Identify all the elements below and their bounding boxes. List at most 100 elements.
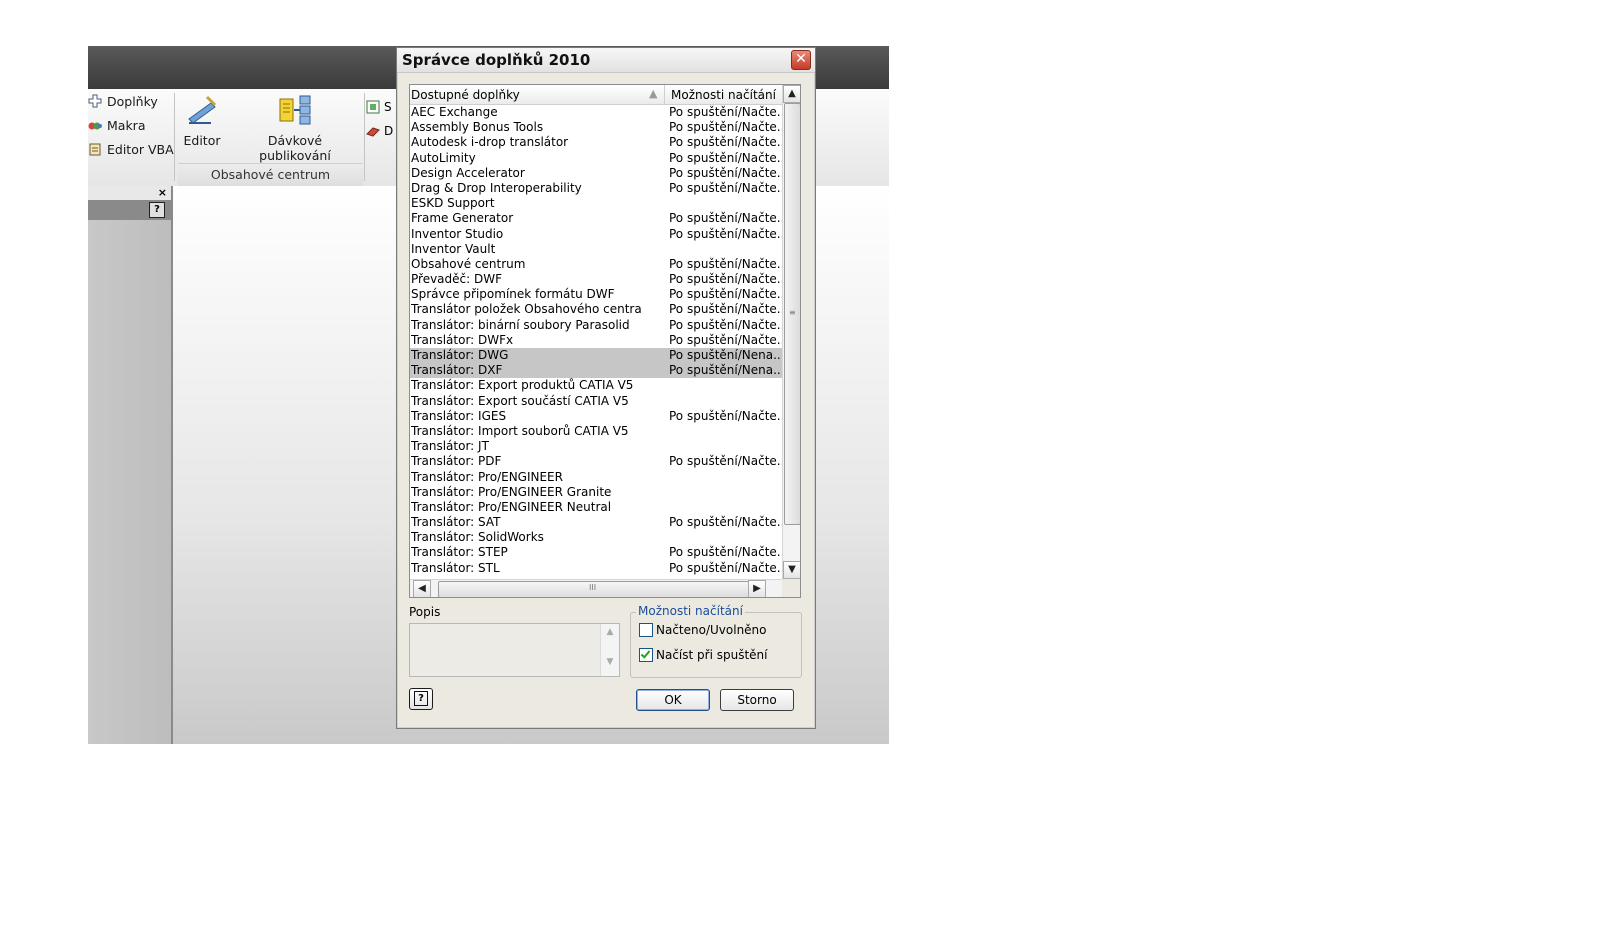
- vertical-scroll-thumb[interactable]: ≡: [784, 103, 800, 525]
- addin-load-option: Po spuštění/Načte...: [669, 256, 782, 271]
- ribbon-addins-button[interactable]: Doplňky: [88, 91, 158, 111]
- browser-pane-toolbar: ?: [88, 200, 171, 220]
- close-button[interactable]: ✕: [791, 50, 811, 70]
- help-icon[interactable]: ?: [149, 202, 165, 218]
- list-item[interactable]: Translátor: SAT Po spuštění/Načte...: [410, 515, 782, 530]
- list-item[interactable]: Assembly Bonus Tools Po spuštění/Načte...: [410, 120, 782, 135]
- horizontal-scroll-thumb[interactable]: III: [438, 581, 750, 597]
- addin-load-option: Po spuštění/Načte...: [669, 408, 782, 423]
- list-item[interactable]: Převaděč: DWF Po spuštění/Načte...: [410, 272, 782, 287]
- list-item[interactable]: ESKD Support: [410, 196, 782, 211]
- ribbon-macros-button[interactable]: Makra: [88, 115, 145, 135]
- list-item[interactable]: Drag & Drop Interoperability Po spuštění/…: [410, 181, 782, 196]
- addin-name: Translátor: STEP: [411, 545, 508, 560]
- addin-name: Translátor: binární soubory Parasolid: [411, 317, 630, 332]
- list-header: Dostupné doplňky ▲ Možnosti načítání: [410, 85, 782, 105]
- list-item[interactable]: Translátor: Pro/ENGINEER: [410, 470, 782, 485]
- dialog-titlebar[interactable]: Správce doplňků 2010 ✕: [397, 48, 815, 73]
- addin-load-option: Po spuštění/Nena...: [669, 363, 782, 378]
- scroll-right-button[interactable]: ▶: [748, 580, 766, 597]
- list-item[interactable]: Translátor: DXF Po spuštění/Nena...: [410, 363, 782, 379]
- list-item[interactable]: Správce připomínek formátu DWF Po spuštěn…: [410, 287, 782, 302]
- addin-load-option: Po spuštění/Načte...: [669, 120, 782, 135]
- ribbon-partial-column: S D: [366, 95, 393, 143]
- list-item[interactable]: Autodesk i-drop translátor Po spuštění/Na…: [410, 135, 782, 150]
- list-item[interactable]: Translátor: STEP Po spuštění/Načte...: [410, 545, 782, 560]
- addin-name: Translátor: Pro/ENGINEER Granite: [411, 484, 612, 499]
- list-item[interactable]: Translátor: Import souborů CATIA V5: [410, 424, 782, 439]
- horizontal-scrollbar[interactable]: ◀ III ▶: [410, 579, 782, 597]
- list-item[interactable]: Translátor: Pro/ENGINEER Neutral: [410, 500, 782, 515]
- ok-button[interactable]: OK: [636, 689, 710, 711]
- list-item[interactable]: Translátor: IGES Po spuštění/Načte...: [410, 409, 782, 424]
- addin-load-option: Po spuštění/Načte...: [669, 515, 782, 530]
- scroll-up-button[interactable]: ▲: [783, 85, 800, 103]
- scroll-grip: III: [589, 583, 597, 592]
- description-label: Popis: [409, 605, 441, 619]
- browser-pane-header: ×: [88, 186, 171, 200]
- scroll-down-button[interactable]: ▼: [783, 561, 800, 579]
- list-item[interactable]: Translátor: SolidWorks: [410, 530, 782, 545]
- ribbon-separator: [364, 93, 365, 181]
- list-item[interactable]: AEC Exchange Po spuštění/Načte...: [410, 105, 782, 120]
- chevron-down-icon[interactable]: ▼: [601, 657, 619, 667]
- addin-load-option: Po spuštění/Načte...: [669, 287, 782, 302]
- list-item[interactable]: Frame Generator Po spuštění/Načte...: [410, 211, 782, 226]
- ribbon-partial-item[interactable]: S: [366, 95, 393, 119]
- list-item[interactable]: Translátor: DWFx Po spuštění/Načte...: [410, 333, 782, 348]
- vertical-scrollbar[interactable]: ▲ ≡ ▼: [782, 85, 800, 579]
- help-button[interactable]: ?: [409, 688, 433, 710]
- list-item[interactable]: Obsahové centrum Po spuštění/Načte...: [410, 257, 782, 272]
- column-header-load[interactable]: Možnosti načítání: [671, 88, 776, 102]
- sort-arrow-icon: ▲: [649, 87, 658, 100]
- list-item[interactable]: Translátor: Export produktů CATIA V5: [410, 378, 782, 393]
- vba-icon: [88, 142, 102, 156]
- ribbon-partial-item[interactable]: D: [366, 119, 393, 143]
- addin-name: Obsahové centrum: [411, 256, 526, 271]
- list-item[interactable]: Translátor: JT: [410, 439, 782, 454]
- macro-icon: [88, 118, 102, 132]
- addin-name: Translátor: Export součástí CATIA V5: [411, 393, 629, 408]
- description-scrollbar[interactable]: ▲ ▼: [600, 624, 619, 676]
- chevron-up-icon[interactable]: ▲: [601, 627, 619, 637]
- addin-load-option: Po spuštění/Načte...: [669, 272, 782, 287]
- addin-name: Translátor: IGES: [411, 408, 507, 423]
- checkbox-box[interactable]: [639, 623, 653, 637]
- list-item[interactable]: Translátor: Pro/ENGINEER Granite: [410, 485, 782, 500]
- ribbon-batch-publish-button[interactable]: Dávkové publikování: [232, 93, 358, 163]
- addin-manager-dialog: Správce doplňků 2010 ✕ Dostupné doplňky …: [396, 47, 816, 729]
- description-textarea[interactable]: ▲ ▼: [409, 623, 620, 677]
- list-item[interactable]: Translátor: STL Po spuštění/Načte...: [410, 561, 782, 576]
- list-rows: AEC Exchange Po spuštění/Načte... Assembly…: [410, 105, 782, 576]
- scroll-left-button[interactable]: ◀: [413, 580, 431, 597]
- addin-name: Translátor: Import souborů CATIA V5: [411, 423, 629, 438]
- load-on-startup-checkbox[interactable]: Načíst při spuštění: [639, 648, 768, 662]
- loaded-unloaded-checkbox[interactable]: Načteno/Uvolněno: [639, 623, 767, 637]
- addin-load-option: Po spuštění/Načte...: [669, 317, 782, 332]
- list-item[interactable]: Translátor: Export součástí CATIA V5: [410, 394, 782, 409]
- checkbox-box[interactable]: [639, 648, 653, 662]
- addin-name: Translátor: DWFx: [411, 332, 514, 347]
- list-item[interactable]: Inventor Studio Po spuštění/Načte...: [410, 227, 782, 242]
- list-item[interactable]: AutoLimity Po spuštění/Načte...: [410, 151, 782, 166]
- addins-list[interactable]: Dostupné doplňky ▲ Možnosti načítání AEC…: [409, 84, 801, 598]
- list-item[interactable]: Translátor: binární soubory Parasolid Po …: [410, 318, 782, 333]
- list-item[interactable]: Design Accelerator Po spuštění/Načte...: [410, 166, 782, 181]
- chevron-up-icon: ▲: [788, 88, 796, 99]
- cancel-button[interactable]: Storno: [720, 689, 794, 711]
- plus-icon: [88, 94, 102, 108]
- addin-load-option: Po spuštění/Nena...: [669, 348, 782, 362]
- list-item[interactable]: Translátor: PDF Po spuštění/Načte...: [410, 454, 782, 469]
- column-divider[interactable]: [664, 85, 665, 104]
- addin-load-option: Po spuštění/Načte...: [669, 105, 782, 119]
- list-item[interactable]: Inventor Vault: [410, 242, 782, 257]
- close-icon[interactable]: ×: [158, 186, 167, 200]
- ribbon-vba-editor-button[interactable]: Editor VBA: [88, 139, 174, 159]
- list-item[interactable]: Translátor: DWG Po spuštění/Nena...: [410, 348, 782, 364]
- ribbon-editor-button[interactable]: Editor: [182, 93, 222, 148]
- column-header-name[interactable]: Dostupné doplňky: [411, 88, 520, 102]
- addin-name: Inventor Vault: [411, 241, 496, 256]
- addin-load-option: Po spuštění/Načte...: [669, 165, 782, 180]
- chevron-down-icon: ▼: [788, 564, 796, 575]
- list-item[interactable]: Translátor položek Obsahového centra Po s…: [410, 302, 782, 317]
